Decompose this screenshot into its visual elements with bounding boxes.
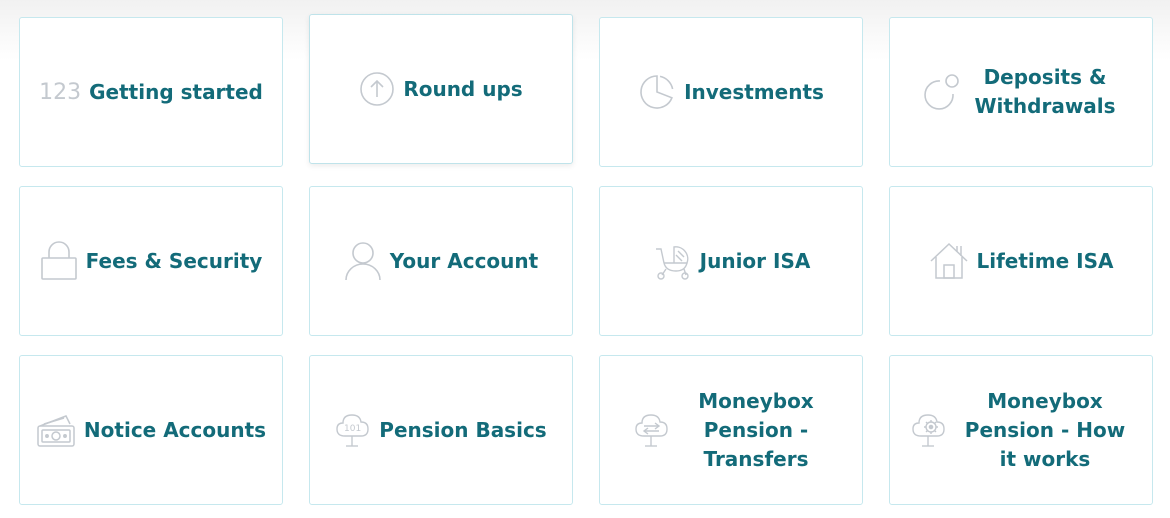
cash-icon: [36, 410, 76, 450]
house-icon: [929, 241, 969, 281]
pie-chart-icon: [638, 73, 676, 111]
card-pension-transfers[interactable]: Moneybox Pension - Transfers: [599, 355, 863, 505]
card-label: Notice Accounts: [83, 417, 267, 442]
card-label: Moneybox Pension - How it works: [964, 388, 1126, 471]
card-label: Your Account: [389, 248, 539, 273]
arrow-up-circle-icon: [359, 71, 395, 107]
card-investments[interactable]: Investments: [599, 17, 863, 167]
card-label: Pension Basics: [379, 417, 547, 442]
card-lifetime-isa[interactable]: Lifetime ISA: [889, 186, 1153, 336]
help-topics-grid: 123 Getting started Round ups Investment…: [19, 14, 1153, 505]
card-deposits-withdrawals[interactable]: Deposits & Withdrawals: [889, 17, 1153, 167]
card-fees-security[interactable]: Fees & Security: [19, 186, 283, 336]
card-label: Getting started: [89, 79, 263, 104]
card-label: Lifetime ISA: [976, 248, 1114, 273]
tree-101-icon: 101: [335, 410, 371, 450]
card-label: Deposits & Withdrawals: [974, 65, 1116, 118]
card-round-ups[interactable]: Round ups: [309, 14, 573, 164]
card-junior-isa[interactable]: Junior ISA: [599, 186, 863, 336]
tree-transfer-icon: [634, 410, 670, 450]
tree-101-icon-text: 101: [344, 424, 361, 434]
card-getting-started[interactable]: 123 Getting started: [19, 17, 283, 167]
numbers-123-icon: 123: [39, 79, 82, 105]
card-pension-how-it-works[interactable]: Moneybox Pension - How it works: [889, 355, 1153, 505]
card-label: Moneybox Pension - Transfers: [698, 388, 814, 471]
card-your-account[interactable]: Your Account: [309, 186, 573, 336]
user-icon: [344, 241, 382, 281]
card-notice-accounts[interactable]: Notice Accounts: [19, 355, 283, 505]
padlock-icon: [40, 241, 78, 281]
card-pension-basics[interactable]: 101 Pension Basics: [309, 355, 573, 505]
card-label: Fees & Security: [85, 248, 263, 273]
card-label: Investments: [684, 79, 824, 104]
pram-icon: [652, 241, 692, 281]
coin-circle-icon: [922, 72, 962, 112]
card-label: Junior ISA: [699, 248, 811, 273]
card-label: Round ups: [403, 76, 523, 101]
tree-gear-icon: [911, 410, 947, 450]
